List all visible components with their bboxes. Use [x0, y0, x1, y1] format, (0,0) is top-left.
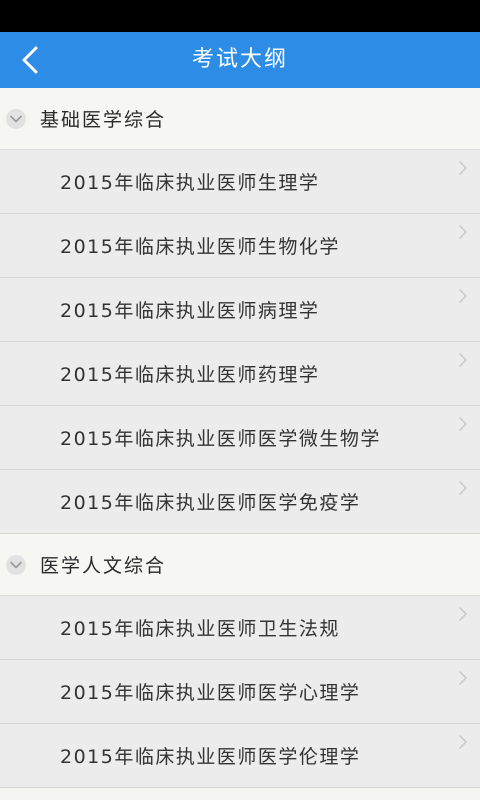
list-item-label: 2015年临床执业医师医学免疫学: [60, 492, 361, 514]
list-item[interactable]: 2015年临床执业医师医学免疫学: [0, 470, 480, 534]
list-item[interactable]: 2015年临床执业医师卫生法规: [0, 596, 480, 660]
list-item[interactable]: 2015年临床执业医师医学心理学: [0, 660, 480, 724]
outline-list[interactable]: 基础医学综合 2015年临床执业医师生理学 2015年临床执业医师生物化学 20…: [0, 88, 480, 800]
list-item[interactable]: 2015年临床执业医师医学伦理学: [0, 724, 480, 788]
chevron-down-icon[interactable]: [6, 554, 26, 575]
group-header-basic-medicine[interactable]: 基础医学综合: [0, 88, 480, 150]
list-item[interactable]: 2015年临床执业医师药理学: [0, 342, 480, 406]
chevron-right-icon: [459, 353, 467, 367]
page-title: 考试大纲: [191, 47, 288, 72]
group-header-medical-humanities[interactable]: 医学人文综合: [0, 534, 480, 596]
list-item[interactable]: 2015年临床执业医师病理学: [0, 278, 480, 342]
chevron-right-icon: [459, 735, 467, 749]
chevron-right-icon: [459, 161, 467, 175]
chevron-right-icon: [459, 417, 467, 431]
list-item-label: 2015年临床执业医师生物化学: [60, 236, 340, 258]
list-item[interactable]: 2015年临床执业医师生理学: [0, 150, 480, 214]
list-item[interactable]: 2015年临床执业医师医学微生物学: [0, 406, 480, 470]
chevron-right-icon: [459, 481, 467, 495]
list-item-label: 2015年临床执业医师生理学: [60, 172, 320, 194]
status-bar: [0, 0, 480, 32]
list-item-label: 2015年临床执业医师医学心理学: [60, 682, 361, 704]
chevron-right-icon: [459, 671, 467, 685]
chevron-right-icon: [459, 607, 467, 621]
group-label: 医学人文综合: [40, 555, 167, 577]
list-item-label: 2015年临床执业医师药理学: [60, 364, 320, 386]
list-item-label: 2015年临床执业医师病理学: [60, 300, 320, 322]
list-item[interactable]: 2015年临床执业医师生物化学: [0, 214, 480, 278]
chevron-down-icon[interactable]: [6, 108, 26, 129]
chevron-right-icon: [459, 289, 467, 303]
list-item-label: 2015年临床执业医师医学伦理学: [60, 746, 361, 768]
chevron-right-icon: [459, 225, 467, 239]
list-item-label: 2015年临床执业医师卫生法规: [60, 618, 340, 640]
list-item-label: 2015年临床执业医师医学微生物学: [60, 428, 381, 450]
group-label: 基础医学综合: [40, 109, 167, 131]
title-bar: 考试大纲: [0, 32, 480, 88]
